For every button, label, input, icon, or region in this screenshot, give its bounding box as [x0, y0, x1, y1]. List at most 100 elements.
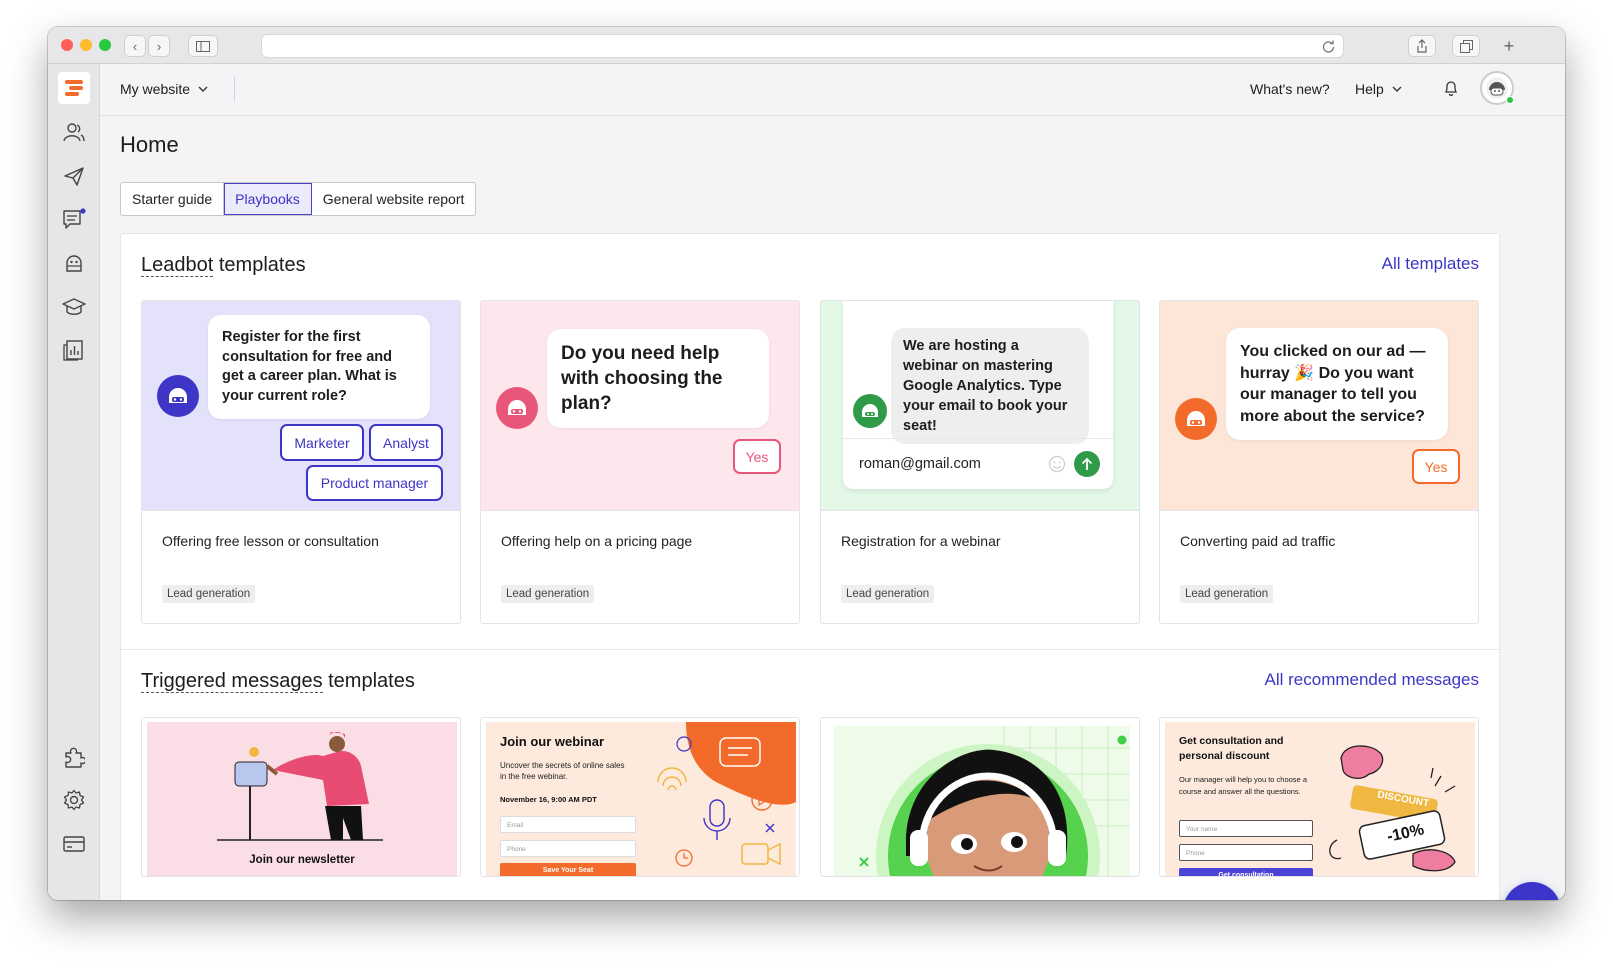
card-title: Converting paid ad traffic	[1180, 533, 1336, 549]
bot-icon	[66, 255, 82, 272]
bot-message: Do you need help with choosing the plan?	[547, 329, 769, 428]
zoom-window-button[interactable]	[99, 39, 111, 51]
triggered-template-card[interactable]: DISCOUNT -10% Get consultation and perso…	[1159, 717, 1479, 877]
whats-new-link[interactable]: What's new?	[1250, 81, 1330, 97]
chat-widget-preview: We are hosting a webinar on mastering Go…	[843, 301, 1113, 489]
sidebar-item-reports[interactable]	[61, 337, 87, 363]
tab-starter-guide[interactable]: Starter guide	[121, 183, 225, 215]
option-product-manager[interactable]: Product manager	[306, 465, 443, 501]
help-menu[interactable]: Help	[1355, 81, 1402, 97]
avatar[interactable]	[1480, 71, 1514, 105]
webinar-title: Join our webinar	[500, 734, 605, 749]
triggered-template-card[interactable]: Join our newsletter	[141, 717, 461, 877]
app-logo[interactable]	[58, 72, 90, 104]
support-agent-illustration	[859, 726, 1130, 876]
divider	[234, 76, 235, 102]
live-chat-button[interactable]	[1503, 882, 1561, 900]
leadbot-card[interactable]: We are hosting a webinar on mastering Go…	[820, 300, 1140, 624]
notifications-button[interactable]	[1444, 80, 1458, 101]
leadbot-card[interactable]: Do you need help with choosing the plan?…	[480, 300, 800, 624]
card-preview: We are hosting a webinar on mastering Go…	[821, 301, 1139, 511]
triggered-template-card[interactable]	[820, 717, 1140, 877]
bot-message: You clicked on our ad — hurray 🎉 Do you …	[1226, 328, 1448, 440]
reload-icon[interactable]	[1322, 40, 1335, 53]
sidebar-item-messages[interactable]	[61, 206, 87, 232]
user-avatar-icon	[1486, 77, 1508, 99]
consultation-name-field[interactable]: Your name	[1179, 820, 1313, 837]
share-button[interactable]	[1408, 35, 1436, 57]
leadbot-card[interactable]: Register for the first consultation for …	[141, 300, 461, 624]
sidebar-toggle-button[interactable]	[188, 35, 218, 57]
leadbot-card[interactable]: You clicked on our ad — hurray 🎉 Do you …	[1159, 300, 1479, 624]
bot-avatar-icon	[853, 394, 887, 428]
category-tag: Lead generation	[1180, 585, 1274, 603]
option-yes[interactable]: Yes	[733, 439, 781, 474]
triggered-template-card[interactable]: Join our webinar Uncover the secrets of …	[480, 717, 800, 877]
leadbot-term[interactable]: Leadbot	[141, 254, 214, 277]
home-tabs: Starter guide Playbooks General website …	[120, 182, 477, 216]
sidebar-icon	[196, 40, 210, 52]
logo-icon	[65, 80, 83, 96]
sidebar-item-billing[interactable]	[61, 831, 87, 857]
triggered-section-title: Triggered messages templates	[141, 670, 415, 693]
webinar-date: November 16, 9:00 AM PDT	[500, 795, 597, 804]
category-tag: Lead generation	[162, 585, 256, 603]
all-recommended-messages-link[interactable]: All recommended messages	[1265, 670, 1479, 690]
get-consultation-button[interactable]: Get consultation	[1179, 868, 1313, 876]
close-window-button[interactable]	[61, 39, 73, 51]
tabs-overview-button[interactable]	[1452, 35, 1480, 57]
all-templates-link[interactable]: All templates	[1382, 254, 1479, 274]
tab-general-website-report[interactable]: General website report	[312, 183, 476, 215]
new-tab-button[interactable]: +	[1498, 35, 1520, 57]
bot-avatar-icon	[1175, 398, 1217, 440]
browser-titlebar: ‹ › +	[48, 27, 1565, 64]
tab-playbooks[interactable]: Playbooks	[224, 183, 312, 215]
bot-message: Register for the first consultation for …	[208, 315, 430, 419]
forward-button[interactable]: ›	[148, 35, 170, 57]
option-marketer[interactable]: Marketer	[280, 424, 364, 461]
sidebar-item-campaigns[interactable]	[61, 163, 87, 189]
card-preview: You clicked on our ad — hurray 🎉 Do you …	[1160, 301, 1478, 511]
share-icon	[1417, 39, 1427, 53]
page-title: Home	[120, 132, 179, 157]
graduation-cap-icon	[62, 298, 86, 315]
app-sidebar	[48, 64, 100, 900]
minimize-window-button[interactable]	[80, 39, 92, 51]
bot-avatar-icon	[157, 375, 199, 417]
tabs-icon	[1459, 39, 1473, 53]
card-title: Registration for a webinar	[841, 533, 1001, 549]
card-preview: Register for the first consultation for …	[142, 301, 460, 511]
newsletter-caption: Join our newsletter	[249, 854, 355, 866]
chat-bubble-icon	[1517, 898, 1547, 900]
webinar-description: Uncover the secrets of online sales in t…	[500, 761, 625, 781]
consultation-phone-field[interactable]: Phone	[1179, 844, 1313, 861]
users-icon	[63, 123, 85, 142]
back-button[interactable]: ‹	[124, 35, 146, 57]
webinar-email-field[interactable]: Email	[500, 816, 636, 833]
option-yes[interactable]: Yes	[1412, 449, 1460, 484]
section-divider	[121, 649, 1499, 650]
email-input[interactable]: roman@gmail.com	[859, 456, 981, 472]
site-selector[interactable]: My website	[120, 81, 208, 97]
sidebar-item-academy[interactable]	[61, 294, 87, 320]
option-analyst[interactable]: Analyst	[369, 424, 443, 461]
emoji-icon[interactable]	[1048, 455, 1066, 473]
sidebar-item-integrations[interactable]	[61, 744, 87, 770]
browser-window: ‹ › + My website What's new? Help Home S…	[48, 27, 1565, 900]
card-title: Offering help on a pricing page	[501, 533, 693, 549]
bot-avatar-icon	[496, 387, 538, 429]
credit-card-icon	[63, 836, 85, 852]
consultation-title: Get consultation and personal discount	[1179, 735, 1284, 762]
send-button[interactable]	[1074, 451, 1100, 477]
save-your-seat-button[interactable]: Save Your Seat	[500, 863, 636, 876]
help-label: Help	[1355, 81, 1384, 97]
sidebar-item-visitors[interactable]	[61, 119, 87, 145]
address-bar[interactable]	[261, 34, 1344, 58]
triggered-title-rest: templates	[322, 670, 415, 692]
card-title: Offering free lesson or consultation	[162, 533, 379, 549]
bell-icon	[1444, 81, 1458, 97]
sidebar-item-leadbots[interactable]	[61, 250, 87, 276]
webinar-phone-field[interactable]: Phone	[500, 840, 636, 857]
triggered-messages-term[interactable]: Triggered messages	[141, 670, 323, 693]
sidebar-item-settings[interactable]	[61, 787, 87, 813]
